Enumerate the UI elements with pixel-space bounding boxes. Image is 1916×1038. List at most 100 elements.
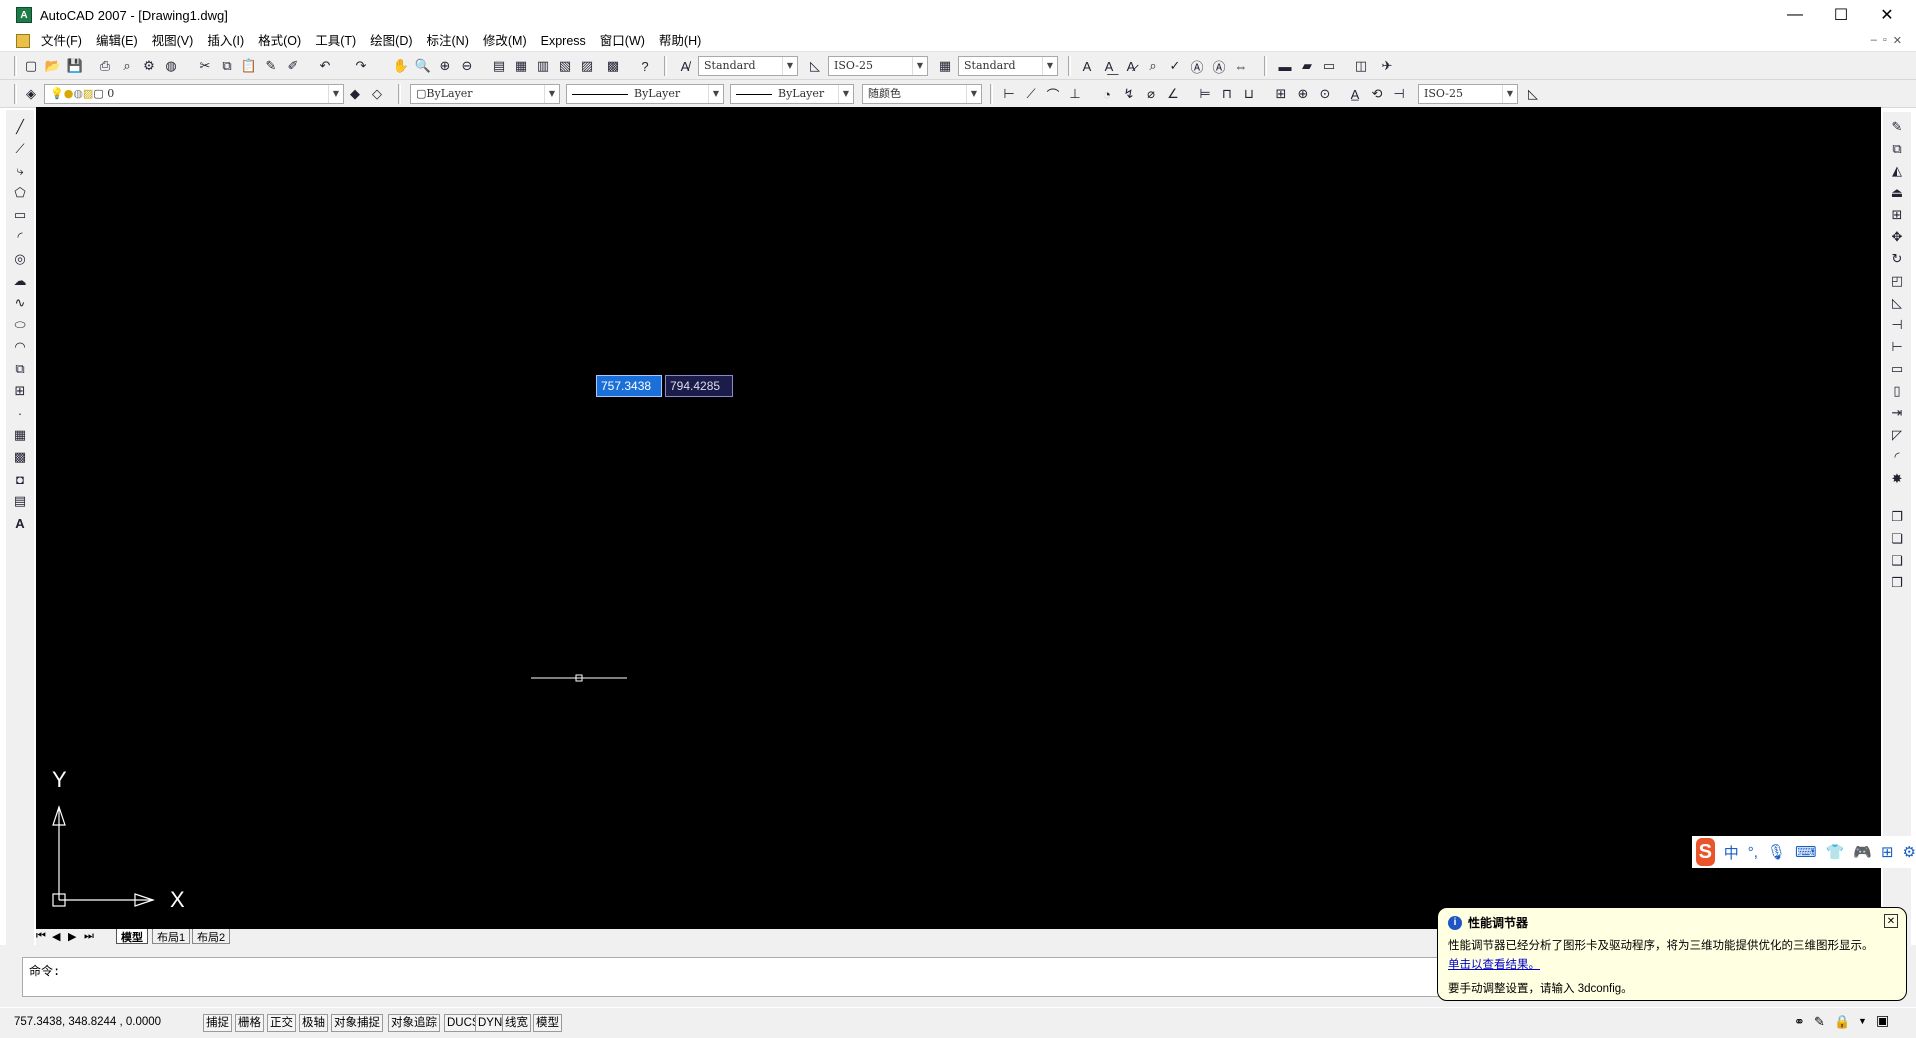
text-style-icon[interactable]: A̸ [676,57,694,75]
dim-edit-icon[interactable]: ⊙ [1316,85,1334,103]
undo-icon[interactable]: ↶ [316,57,334,75]
text-justify-icon[interactable]: Ⓐ [1210,57,1228,75]
zoom-previous-icon[interactable]: ⊖ [458,57,476,75]
tab-model[interactable]: 模型 [116,929,148,944]
draw-order-front-icon[interactable]: ❐ [1888,508,1906,526]
tab-layout1[interactable]: 布局1 [152,929,191,944]
dim-style-select-2[interactable]: ISO-25 ▼ [1418,84,1518,104]
gradient-icon[interactable]: ▩ [11,448,29,466]
cut-icon[interactable]: ✂ [196,57,214,75]
jogged-dim-icon[interactable]: ↯ [1120,85,1138,103]
dim-style-select[interactable]: ISO-25 ▼ [828,56,928,76]
move-icon[interactable]: ✥ [1888,228,1906,246]
ordinate-dim-icon[interactable]: ⊥ [1066,85,1084,103]
scale-icon[interactable]: ◰ [1888,272,1906,290]
print-preview-icon[interactable]: ⌕ [118,57,136,75]
close-button[interactable]: ✕ [1864,0,1910,30]
mirror-icon[interactable]: ◭ [1888,162,1906,180]
print-icon[interactable]: ⎙ [96,57,114,75]
calculator-icon[interactable]: ▩ [604,57,622,75]
drawing-canvas[interactable]: 757.3438 794.4285 Y X [36,107,1881,929]
quick-dim-icon[interactable]: ⊨ [1196,85,1214,103]
tool-palettes-icon[interactable]: ▥ [534,57,552,75]
menu-view[interactable]: 视图(V) [145,30,201,52]
baseline-dim-icon[interactable]: ⊓ [1218,85,1236,103]
ime-mode-toggle[interactable]: 中 [1724,842,1739,863]
microphone-icon[interactable]: 🎙 [1767,843,1786,861]
lineweight-toggle[interactable]: 线宽 [502,1014,531,1032]
settings-gear-icon[interactable]: ⚙ [1903,843,1916,861]
block-editor-icon[interactable]: ✐ [284,57,302,75]
dyn-toggle[interactable]: DYN [475,1014,506,1032]
toolbar-grip[interactable] [664,56,667,76]
edit-text-icon[interactable]: A̷ [1122,57,1140,75]
center-mark-icon[interactable]: ⊕ [1294,85,1312,103]
construction-line-icon[interactable]: ⟋ [11,140,29,158]
properties-icon[interactable]: ▤ [490,57,508,75]
chamfer-icon[interactable]: ◸ [1888,426,1906,444]
revision-cloud-icon[interactable]: ☁ [11,272,29,290]
menu-window[interactable]: 窗口(W) [593,30,652,52]
spline-icon[interactable]: ∿ [11,294,29,312]
menu-format[interactable]: 格式(O) [251,30,308,52]
menu-express[interactable]: Express [534,30,593,52]
model-toggle[interactable]: 模型 [533,1014,562,1032]
point-icon[interactable]: · [11,404,29,422]
status-menu-arrow-icon[interactable]: ▼ [1858,1016,1867,1026]
skin-icon[interactable]: 👕 [1826,843,1845,861]
dim-style-manager-icon[interactable]: ⊣ [1390,85,1408,103]
maximize-button[interactable]: ☐ [1818,0,1864,30]
ellipse-arc-icon[interactable]: ◠ [11,338,29,356]
circle-icon[interactable]: ◎ [11,250,29,268]
help-icon[interactable]: ? [636,57,654,75]
sogou-logo-icon[interactable]: S [1696,838,1715,866]
ime-punct-toggle[interactable]: °, [1748,844,1758,861]
menu-tools[interactable]: 工具(T) [308,30,363,52]
arc-length-icon[interactable]: ⌒ [1044,85,1062,103]
draw-order-back-icon[interactable]: ❏ [1888,530,1906,548]
dim-style-icon[interactable]: ◺ [806,57,824,75]
tolerance-icon[interactable]: ⊞ [1272,85,1290,103]
mdi-close-button[interactable]: ✕ [1893,34,1902,47]
menu-dimension[interactable]: 标注(N) [420,30,476,52]
rectangle-icon[interactable]: ▭ [11,206,29,224]
dim-style-icon-2[interactable]: ◺ [1524,85,1542,103]
tab-first-icon[interactable]: ⏮ [36,930,46,943]
ellipse-icon[interactable]: ⬭ [11,316,29,334]
layer-previous-state-icon[interactable]: ◇ [368,85,386,103]
polar-toggle[interactable]: 极轴 [299,1014,328,1032]
break-icon[interactable]: ▯ [1888,382,1906,400]
menu-edit[interactable]: 编辑(E) [89,30,145,52]
keyboard-icon[interactable]: ⌨ [1795,843,1817,861]
tab-prev-icon[interactable]: ◀ [52,930,60,943]
menu-draw[interactable]: 绘图(D) [363,30,419,52]
make-block-icon[interactable]: ⊞ [11,382,29,400]
toolbar-grip[interactable] [398,84,401,104]
extend-icon[interactable]: ⊢ [1888,338,1906,356]
coordinate-display[interactable]: 757.3438, 348.8244 , 0.0000 [12,1014,198,1032]
match-properties-icon[interactable]: ✎ [262,57,280,75]
document-icon[interactable] [16,33,30,48]
zoom-window-icon[interactable]: ⊕ [436,57,454,75]
aligned-dim-icon[interactable]: ⟋ [1022,85,1040,103]
paste-icon[interactable]: 📋 [240,57,258,75]
save-icon[interactable]: 💾 [66,57,84,75]
explode-icon[interactable]: ✸ [1888,470,1906,488]
mdi-minimize-button[interactable]: – [1871,34,1877,47]
publish-web-icon[interactable]: ◍ [162,57,180,75]
sheet-set-icon[interactable]: ▧ [556,57,574,75]
array-icon[interactable]: ⊞ [1888,206,1906,224]
multiline-text-icon[interactable]: A [1078,57,1096,75]
erase-icon[interactable]: ✎ [1888,118,1906,136]
layer-isolate-icon[interactable]: ▭ [1320,57,1338,75]
zoom-realtime-icon[interactable]: 🔍 [414,57,432,75]
markup-icon[interactable]: ▨ [578,57,596,75]
spell-check-icon[interactable]: ✓ [1166,57,1184,75]
layer-previous-icon[interactable]: ▬ [1276,57,1294,75]
angular-dim-icon[interactable]: ∠ [1164,85,1182,103]
tab-last-icon[interactable]: ⏭ [84,930,94,943]
linear-dim-icon[interactable]: ⊢ [1000,85,1018,103]
open-file-icon[interactable]: 📂 [44,57,62,75]
join-icon[interactable]: ⇥ [1888,404,1906,422]
draw-order-under-icon[interactable]: ❒ [1888,574,1906,592]
